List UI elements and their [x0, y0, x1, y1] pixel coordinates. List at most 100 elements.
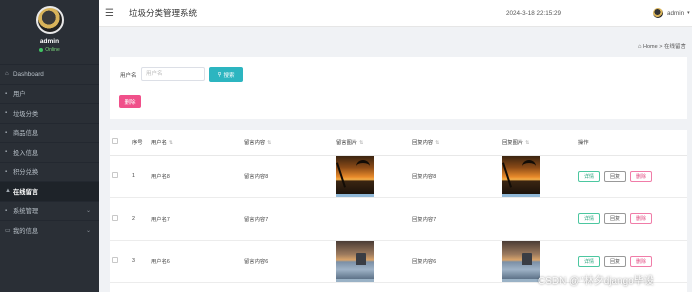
- sidebar: admin Online ⌂ Dashboard ▪ 用户 ▪ 垃圾分类 ▪ 商品信息 …: [0, 0, 99, 292]
- profile-panel: admin Online: [0, 0, 99, 60]
- column-header-content[interactable]: 留言内容 ⇅: [242, 130, 334, 156]
- row-checkbox[interactable]: [112, 214, 118, 221]
- sidebar-item-system-management[interactable]: ▪ 系统管理 ⌄: [0, 200, 99, 221]
- cell-content: 留言内容6: [242, 240, 334, 283]
- row-checkbox[interactable]: [112, 172, 118, 179]
- message-table: 序号 用户名 ⇅ 留言内容 ⇅ 留言图片 ⇅ 回复内容 ⇅ 回复图片 ⇅ 操作 1 用户名…: [110, 130, 687, 283]
- grid-icon: ▪: [5, 207, 8, 214]
- cell-username: 用户名8: [149, 155, 242, 198]
- column-header-reply[interactable]: 回复内容 ⇅: [410, 130, 500, 156]
- cell-content: 留言内容7: [242, 197, 334, 241]
- table-header-row: 序号 用户名 ⇅ 留言内容 ⇅ 留言图片 ⇅ 回复内容 ⇅ 回复图片 ⇅ 操作: [110, 130, 687, 156]
- column-header-username[interactable]: 用户名 ⇅: [149, 130, 242, 156]
- row-select-cell: [110, 155, 130, 198]
- sidebar-item-label: 商品信息: [13, 130, 39, 138]
- datetime: 2024-3-18 22:15:29: [506, 9, 561, 17]
- search-button-label: 搜索: [223, 72, 235, 79]
- chevron-down-icon: ⌄: [85, 208, 91, 215]
- search-label: 用户名: [120, 73, 137, 79]
- sidebar-item-garbage-category[interactable]: ▪ 垃圾分类: [0, 103, 99, 123]
- cell-message-image: [334, 155, 410, 198]
- delete-button[interactable]: 删除: [630, 255, 653, 267]
- column-header-label: 回复内容: [412, 140, 434, 147]
- chevron-down-icon: ⌄: [85, 227, 91, 234]
- user-menu[interactable]: admin ▾: [653, 8, 690, 18]
- select-all-checkbox[interactable]: [112, 138, 118, 145]
- home-icon: ⌂: [637, 44, 642, 50]
- avatar: [35, 6, 64, 34]
- breadcrumb-separator: >: [659, 44, 663, 50]
- sidebar-nav: ⌂ Dashboard ▪ 用户 ▪ 垃圾分类 ▪ 商品信息 ▪ 投入信息 ▪ 积分兑换 ▲…: [0, 64, 99, 240]
- cell-username: 用户名7: [149, 197, 242, 241]
- search-icon: ⚲: [217, 71, 222, 78]
- online-dot-icon: [39, 47, 44, 52]
- row-select-cell: [110, 197, 130, 241]
- profile-name: admin: [39, 38, 60, 45]
- search-panel: 用户名 ⚲搜索 删除: [110, 57, 687, 119]
- sidebar-item-label: 投入信息: [13, 149, 39, 157]
- cell-reply: 回复内容7: [410, 197, 500, 241]
- menu-toggle-icon[interactable]: ☰: [105, 8, 115, 19]
- reply-button[interactable]: 回复: [604, 255, 627, 267]
- column-header-message-image[interactable]: 留言图片 ⇅: [334, 130, 410, 156]
- sidebar-item-label: 积分兑换: [13, 169, 39, 177]
- cell-message-image: [334, 197, 410, 241]
- cell-reply: 回复内容6: [410, 240, 500, 283]
- column-header-actions: 操作: [576, 130, 687, 156]
- cell-actions: 详情 回复 删除: [576, 197, 687, 241]
- delete-button[interactable]: 删除: [630, 213, 653, 225]
- sidebar-item-users[interactable]: ▪ 用户: [0, 83, 99, 104]
- chevron-down-icon: ▾: [687, 10, 690, 16]
- reply-image[interactable]: [502, 241, 540, 283]
- search-button[interactable]: ⚲ 搜索: [209, 67, 243, 82]
- sort-icon: ⇅: [435, 140, 440, 147]
- sidebar-item-label: Dashboard: [13, 70, 44, 78]
- search-input[interactable]: [141, 67, 205, 81]
- reply-button[interactable]: 回复: [604, 213, 627, 225]
- column-header-reply-image[interactable]: 回复图片 ⇅: [500, 130, 576, 156]
- detail-button[interactable]: 详情: [578, 170, 601, 182]
- user-menu-name: admin: [667, 9, 685, 17]
- row-checkbox[interactable]: [112, 257, 118, 264]
- row-select-cell: [110, 240, 130, 283]
- sidebar-item-points-exchange[interactable]: ▪ 积分兑换: [0, 161, 99, 182]
- cell-message-image: [334, 240, 410, 283]
- reply-image[interactable]: [502, 156, 540, 198]
- home-icon: ⌂: [5, 71, 9, 78]
- message-image[interactable]: [336, 156, 374, 198]
- sidebar-item-label: 垃圾分类: [13, 110, 39, 118]
- delete-button[interactable]: 删除: [630, 170, 653, 182]
- topbar: ☰ 垃圾分类管理系统 2024-3-18 22:15:29 admin ▾: [99, 0, 692, 27]
- avatar: [653, 8, 663, 18]
- sidebar-item-my-info[interactable]: ▭ 我的信息 ⌄: [0, 220, 99, 240]
- select-all-cell: [110, 130, 130, 156]
- column-header-label: 回复图片: [502, 140, 524, 147]
- sidebar-item-dashboard[interactable]: ⌂ Dashboard: [0, 64, 99, 84]
- cell-reply-image: [500, 197, 576, 241]
- sidebar-item-online-message[interactable]: ▲ 在线留言: [0, 181, 99, 201]
- sidebar-item-label: 系统管理: [13, 208, 39, 216]
- reply-button[interactable]: 回复: [604, 170, 627, 182]
- sidebar-item-label: 在线留言: [13, 188, 39, 196]
- cell-index: 1: [130, 155, 149, 198]
- sidebar-item-input-info[interactable]: ▪ 投入信息: [0, 142, 99, 162]
- breadcrumb-current: 在线留言: [663, 44, 686, 50]
- breadcrumb-home[interactable]: Home: [643, 44, 658, 50]
- column-header-label: 留言图片: [336, 140, 358, 147]
- message-image[interactable]: [336, 241, 374, 283]
- cell-username: 用户名6: [149, 240, 242, 283]
- detail-button[interactable]: 详情: [578, 213, 601, 225]
- table-row: 2 用户名7 留言内容7 回复内容7 详情 回复 删除: [110, 197, 687, 241]
- cell-index: 2: [130, 197, 149, 241]
- table-row: 1 用户名8 留言内容8 回复内容8 详情 回复 删除: [110, 155, 687, 198]
- breadcrumb: ⌂ Home > 在线留言: [638, 42, 686, 50]
- card-icon: ▭: [5, 227, 11, 234]
- message-table-panel: 序号 用户名 ⇅ 留言内容 ⇅ 留言图片 ⇅ 回复内容 ⇅ 回复图片 ⇅ 操作 1 用户名…: [110, 130, 687, 292]
- detail-button[interactable]: 详情: [578, 255, 601, 267]
- sort-icon: ⇅: [267, 140, 272, 147]
- grid-icon: ▪: [5, 149, 8, 156]
- batch-delete-button[interactable]: 删除: [119, 95, 141, 108]
- column-header-label: 用户名: [151, 140, 167, 147]
- sidebar-item-product-info[interactable]: ▪ 商品信息: [0, 122, 99, 143]
- system-title: 垃圾分类管理系统: [129, 8, 198, 18]
